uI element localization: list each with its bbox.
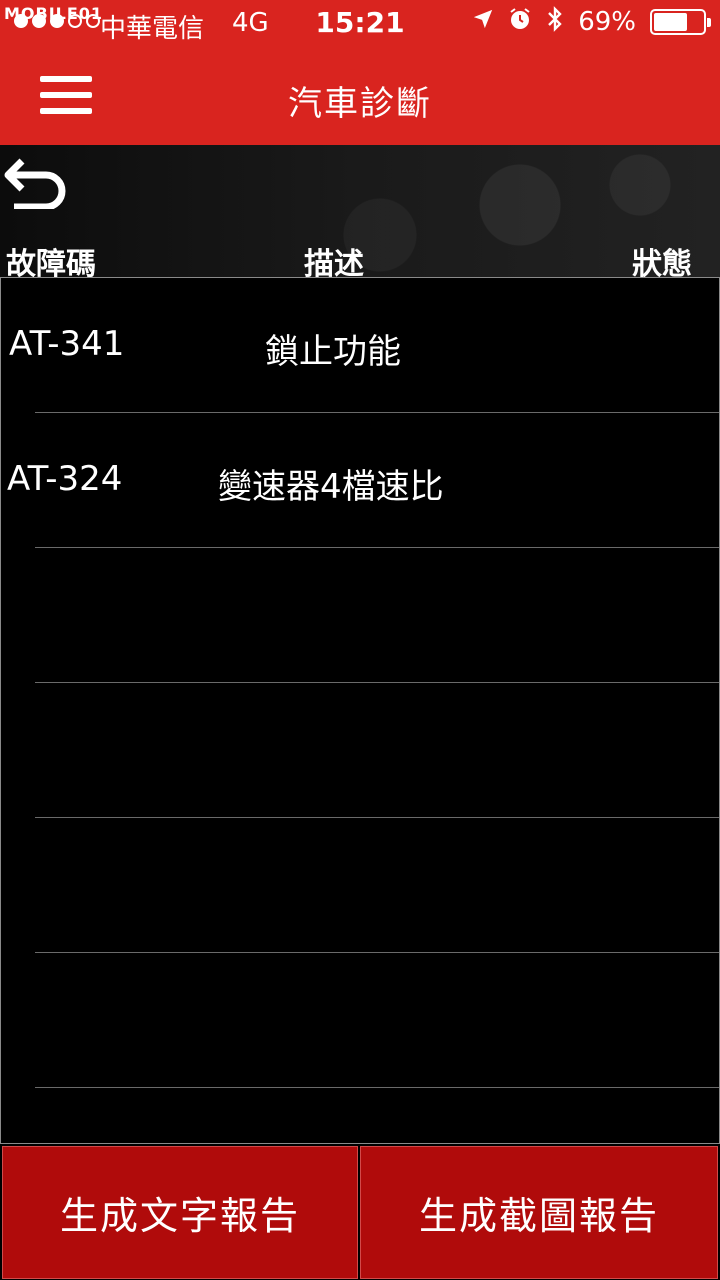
battery-level-fill bbox=[654, 12, 687, 31]
empty-row bbox=[1, 953, 719, 1088]
alarm-clock-icon bbox=[508, 7, 532, 36]
fault-code: AT-341 bbox=[9, 324, 125, 364]
empty-row bbox=[1, 548, 719, 683]
empty-row bbox=[1, 818, 719, 953]
table-row[interactable]: AT-341 鎖止功能 bbox=[1, 278, 719, 413]
generate-screenshot-report-button[interactable]: 生成截圖報告 bbox=[360, 1146, 718, 1279]
fault-description: 鎖止功能 bbox=[265, 332, 401, 372]
generate-text-report-button[interactable]: 生成文字報告 bbox=[2, 1146, 358, 1279]
column-headers: 故障碼 描述 狀態 bbox=[0, 239, 720, 282]
status-bar: MOBILE01 中華電信 4G 15:21 69% bbox=[0, 0, 720, 50]
bluetooth-icon bbox=[546, 6, 564, 37]
page-title: 汽車診斷 bbox=[288, 84, 432, 124]
status-right: 69% bbox=[472, 6, 711, 37]
list-header: 故障碼 描述 狀態 bbox=[0, 145, 720, 282]
empty-row bbox=[1, 683, 719, 818]
fault-description: 變速器4檔速比 bbox=[218, 467, 444, 507]
back-arrow-icon[interactable] bbox=[2, 155, 68, 211]
fault-list[interactable]: AT-341 鎖止功能 AT-324 變速器4檔速比 bbox=[0, 277, 720, 1143]
location-arrow-icon bbox=[472, 8, 494, 35]
app-header: MOBILE01 中華電信 4G 15:21 69% 汽車診斷 bbox=[0, 0, 720, 145]
battery-icon bbox=[650, 8, 711, 35]
fault-code: AT-324 bbox=[7, 459, 123, 499]
nav-bar: 汽車診斷 bbox=[0, 50, 720, 145]
bottom-action-bar: 生成文字報告 生成截圖報告 bbox=[0, 1143, 720, 1280]
table-row[interactable]: AT-324 變速器4檔速比 bbox=[1, 413, 719, 548]
battery-percent: 69% bbox=[578, 6, 636, 37]
row-divider bbox=[35, 1087, 719, 1088]
